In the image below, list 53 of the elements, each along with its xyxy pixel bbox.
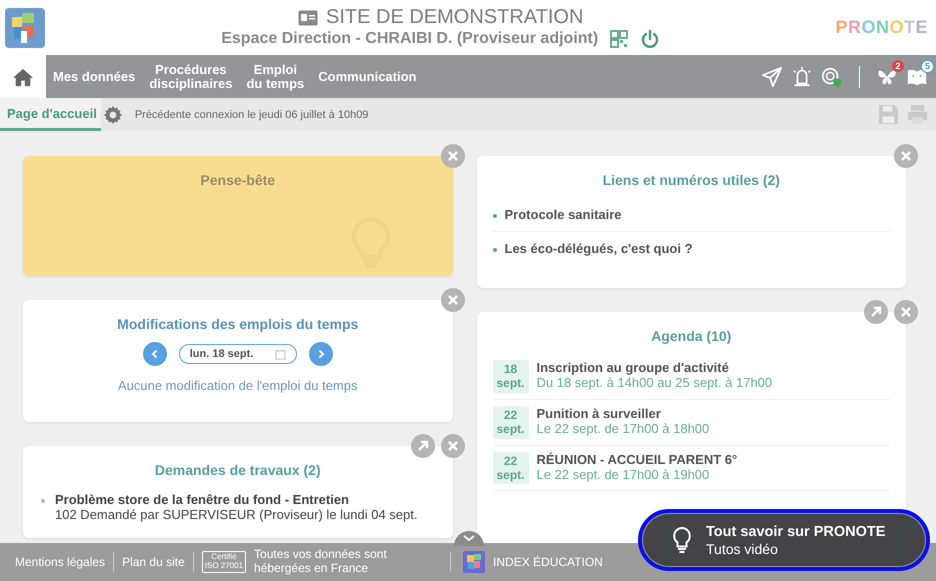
card-title: Liens et numéros utiles (2)	[602, 172, 781, 188]
close-icon[interactable]	[894, 300, 918, 324]
previous-day-button[interactable]	[142, 342, 167, 366]
company-logo-icon	[463, 551, 486, 573]
close-icon[interactable]	[440, 144, 464, 168]
lightbulb-icon	[672, 526, 692, 554]
home-tab[interactable]	[0, 55, 46, 98]
notification-badge: 2	[892, 60, 904, 72]
event-time: Le 22 sept. de 17h00 à 18h00	[536, 420, 710, 436]
school-logo-icon	[4, 6, 46, 48]
link-item[interactable]: Protocole sanitaire	[504, 207, 622, 222]
card-title: Modifications des emplois du temps	[116, 316, 360, 332]
link-item[interactable]: Les éco-délégués, c'est quoi ?	[504, 241, 693, 256]
event-time: Du 18 sept. à 14h00 au 25 sept. à 17h00	[536, 375, 772, 390]
notification-badge: 5	[921, 60, 934, 72]
card-title: Demandes de travaux (2)	[154, 462, 322, 478]
request-title[interactable]: Problème store de la fenêtre du fond - Entretien	[55, 492, 418, 507]
chevron-left-icon	[150, 349, 160, 359]
id-card-icon	[298, 10, 318, 26]
site-title: SITE DE DEMONSTRATION	[326, 6, 584, 29]
date-badge: 22 sept.	[492, 406, 528, 439]
collapse-icon[interactable]	[454, 530, 484, 546]
expand-icon[interactable]	[410, 434, 434, 458]
empty-message: Aucune modification de l'emploi du temps	[116, 378, 358, 393]
expand-icon[interactable]	[864, 300, 888, 324]
date-badge: 18 sept.	[492, 360, 528, 393]
send-icon[interactable]	[761, 66, 783, 88]
home-icon	[12, 66, 34, 86]
siren-icon[interactable]	[791, 66, 813, 88]
request-detail: 102 Demandé par SUPERVISEUR (Proviseur) le lundi 04 sept.	[55, 507, 418, 522]
hosting-text: Toutes vos données sont hébergées en France	[254, 548, 388, 576]
save-icon[interactable]	[878, 104, 899, 125]
close-icon[interactable]	[894, 144, 918, 168]
date-badge: 22 sept.	[492, 452, 528, 484]
event-title[interactable]: Inscription au groupe d'activité	[536, 360, 772, 375]
chat-status-icon[interactable]	[821, 66, 843, 88]
close-icon[interactable]	[440, 288, 464, 312]
event-title[interactable]: Punition à surveiller	[536, 406, 710, 421]
card-title: Pense-bête	[199, 172, 276, 188]
card-title: Agenda (10)	[650, 328, 732, 344]
next-day-button[interactable]	[308, 342, 333, 366]
certification-badge: Certifié ISO 27001	[202, 551, 246, 573]
power-icon[interactable]	[640, 29, 660, 49]
event-title[interactable]: RÉUNION - ACCUEIL PARENT 6°	[536, 452, 738, 467]
last-login-text: Précédente connexion le jeudi 06 juillet à 10h09	[134, 108, 368, 120]
close-icon[interactable]	[440, 434, 464, 458]
space-subtitle: Espace Direction - CHRAIBI D. (Proviseur adjoint)	[221, 30, 598, 48]
event-time: Le 22 sept. de 17h00 à 19h00	[536, 466, 710, 482]
qr-code-icon[interactable]	[610, 30, 628, 48]
tutorial-button[interactable]: Tout savoir sur PRONOTE Tutos vidéo	[638, 509, 930, 571]
settings-icon[interactable]	[102, 104, 123, 124]
calendar-icon[interactable]	[274, 348, 286, 360]
date-field[interactable]: lun. 18 sept.	[178, 344, 297, 364]
